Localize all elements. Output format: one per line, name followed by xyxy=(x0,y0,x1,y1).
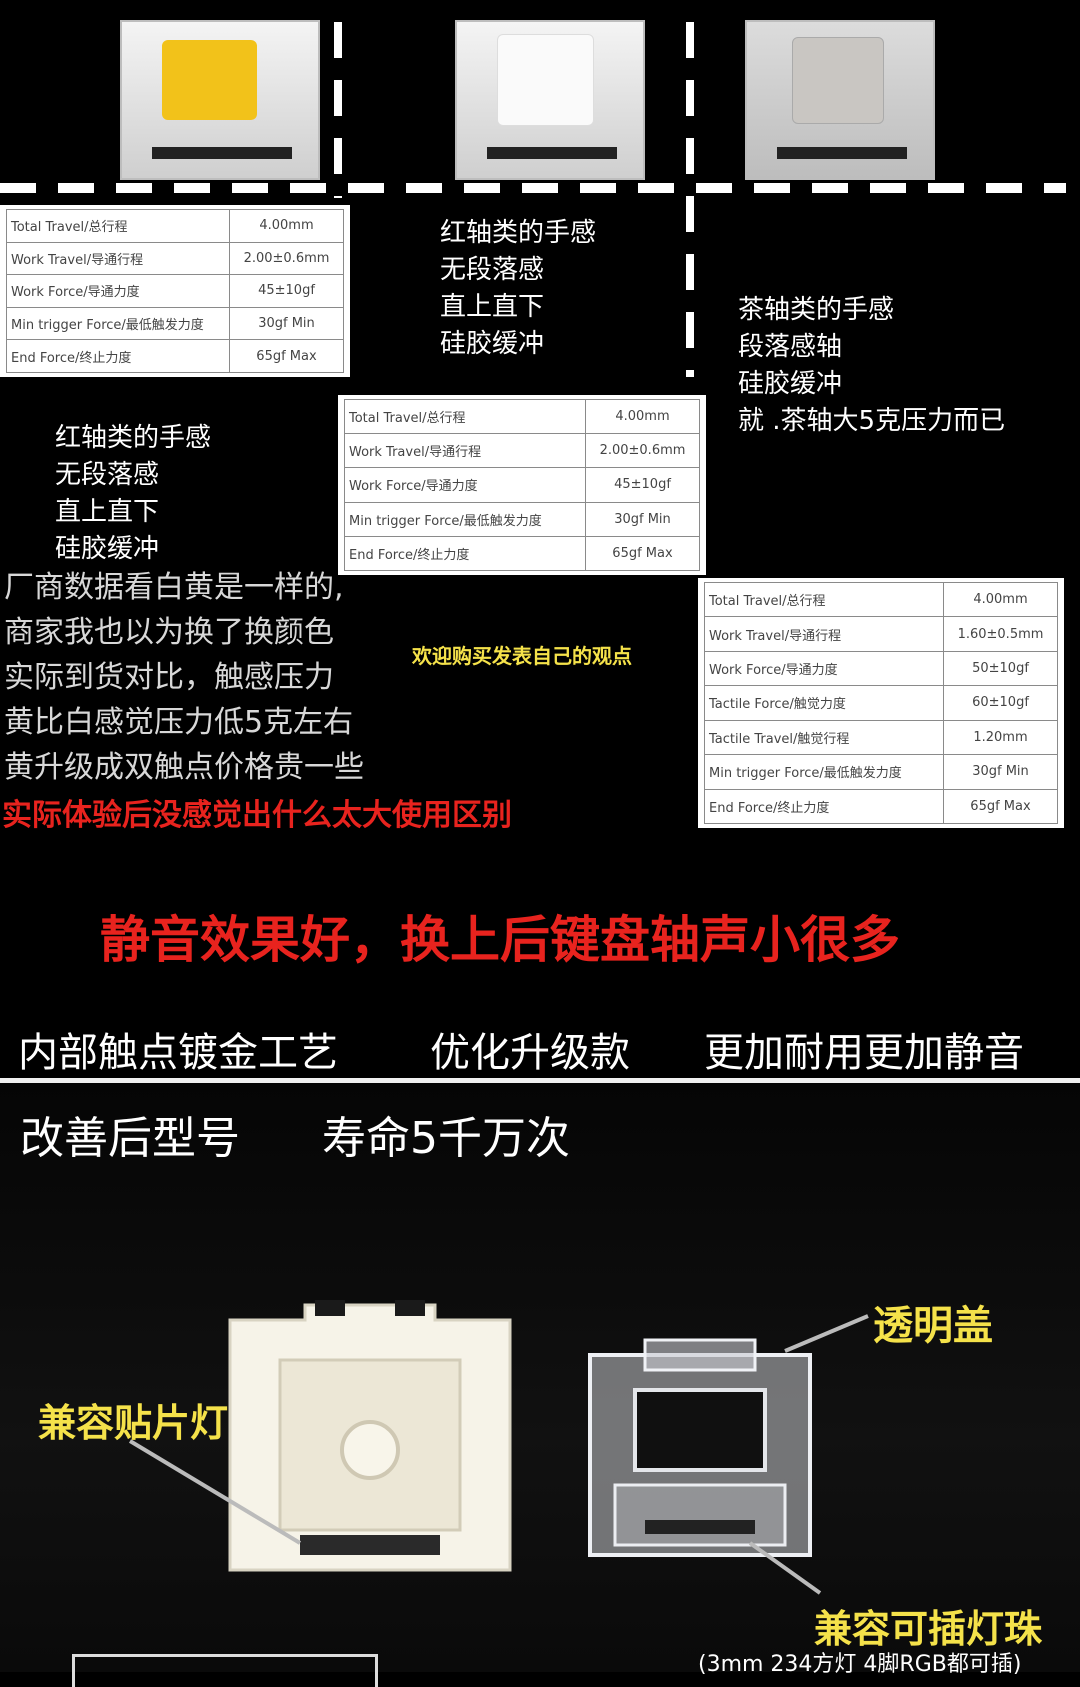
spec-label: Total Travel/总行程 xyxy=(344,398,586,435)
gray-switch-image xyxy=(745,20,935,180)
spec-label: Work Force/导通力度 xyxy=(704,650,944,687)
spec-value: 50±10gf xyxy=(943,650,1058,687)
spec-row: End Force/终止力度 65gf Max xyxy=(6,339,344,373)
spec-row: Work Force/导通力度 50±10gf xyxy=(704,650,1058,687)
spec-label: Work Force/导通力度 xyxy=(344,467,586,503)
spec-value: 1.60±0.5mm xyxy=(943,616,1058,652)
welcome-note: 欢迎购买发表自己的观点 xyxy=(412,644,632,668)
white-switch-image xyxy=(455,20,645,180)
spec-value: 65gf Max xyxy=(585,535,700,572)
clear-cover-callout: 透明盖 xyxy=(873,1303,993,1349)
spec-label: End Force/终止力度 xyxy=(704,788,944,825)
spec-row: Work Travel/导通行程 1.60±0.5mm xyxy=(704,616,1058,652)
spec-row: Min trigger Force/最低触发力度 30gf Min xyxy=(344,501,700,537)
spec-value: 4.00mm xyxy=(943,581,1058,618)
spec-value: 1.20mm xyxy=(943,719,1058,756)
spec-row: End Force/终止力度 65gf Max xyxy=(344,535,700,572)
spec-label: End Force/终止力度 xyxy=(6,339,230,373)
spec-value: 45±10gf xyxy=(229,274,344,308)
spec-label: Tactile Travel/触觉行程 xyxy=(704,719,944,756)
linear-feel-notes: 红轴类的手感 无段落感 直上直下 硅胶缓冲 xyxy=(440,218,597,359)
linear-feel-notes-left: 红轴类的手感 无段落感 直上直下 硅胶缓冲 xyxy=(55,423,212,564)
spec-row: Tactile Travel/触觉行程 1.20mm xyxy=(704,719,1058,756)
spec-row: Work Force/导通力度 45±10gf xyxy=(6,274,344,308)
led-compat-note: (3mm 234方灯 4脚RGB都可插) xyxy=(698,1652,1022,1677)
spec-label: Work Travel/导通行程 xyxy=(704,616,944,652)
silent-banner: 静音效果好，换上后键盘轴声小很多 xyxy=(100,911,900,969)
spec-row: Total Travel/总行程 4.00mm xyxy=(704,581,1058,618)
spec-label: Total Travel/总行程 xyxy=(704,581,944,618)
spec-row: End Force/终止力度 65gf Max xyxy=(704,788,1058,825)
spec-label: Min trigger Force/最低触发力度 xyxy=(344,501,586,537)
spec-value: 4.00mm xyxy=(585,398,700,435)
white-stem xyxy=(497,34,594,126)
smd-led-callout: 兼容贴片灯 xyxy=(38,1401,229,1445)
spec-label: Work Force/导通力度 xyxy=(6,274,230,308)
gray-stem xyxy=(792,37,884,124)
dashed-divider xyxy=(686,22,694,377)
spec-value: 30gf Min xyxy=(943,754,1058,790)
spec-label: Work Travel/导通行程 xyxy=(6,241,230,276)
dashed-divider xyxy=(334,22,342,198)
switch-photos-row xyxy=(0,0,1080,190)
spec-value: 2.00±0.6mm xyxy=(585,433,700,469)
spec-label: Total Travel/总行程 xyxy=(6,209,230,243)
spec-row: Total Travel/总行程 4.00mm xyxy=(344,398,700,435)
comparison-red-text: 实际体验后没感觉出什么太大使用区别 xyxy=(2,798,512,833)
dashed-divider xyxy=(0,183,1066,193)
spec-table-red: Total Travel/总行程 4.00mm Work Travel/导通行程 2.… xyxy=(0,205,350,377)
tactile-compare-note: 就 .茶轴大5克压力而已 xyxy=(738,406,1006,436)
callout-lines xyxy=(128,1314,869,1595)
spec-value: 4.00mm xyxy=(229,209,344,243)
spec-row: Min trigger Force/最低触发力度 30gf Min xyxy=(6,306,344,341)
spec-row: Tactile Force/触觉力度 60±10gf xyxy=(704,685,1058,721)
bottom-frame xyxy=(72,1654,378,1687)
tactile-feel-notes: 茶轴类的手感 段落感轴 硅胶缓冲 xyxy=(738,295,895,399)
spec-table-brown: Total Travel/总行程 4.00mm Work Travel/导通行程 1.… xyxy=(698,578,1064,828)
spec-row: Work Travel/导通行程 2.00±0.6mm xyxy=(344,433,700,469)
plugin-led-callout: 兼容可插灯珠 xyxy=(814,1607,1043,1651)
yellow-switch-image xyxy=(120,20,320,180)
spec-table-white: Total Travel/总行程 4.00mm Work Travel/导通行程 2.… xyxy=(338,395,706,575)
spec-label: End Force/终止力度 xyxy=(344,535,586,572)
spec-value: 60±10gf xyxy=(943,685,1058,721)
spec-row: Total Travel/总行程 4.00mm xyxy=(6,209,344,243)
spec-row: Work Force/导通力度 45±10gf xyxy=(344,467,700,503)
comparison-text: 厂商数据看白黄是一样的, 商家我也以为换了换颜色 实际到货对比，触感压力 黄比白… xyxy=(4,570,364,785)
spec-value: 2.00±0.6mm xyxy=(229,241,344,276)
spec-value: 30gf Min xyxy=(229,306,344,341)
spec-row: Work Travel/导通行程 2.00±0.6mm xyxy=(6,241,344,276)
spec-label: Work Travel/导通行程 xyxy=(344,433,586,469)
spec-row: Min trigger Force/最低触发力度 30gf Min xyxy=(704,754,1058,790)
spec-value: 65gf Max xyxy=(943,788,1058,825)
spec-value: 65gf Max xyxy=(229,339,344,373)
spec-value: 45±10gf xyxy=(585,467,700,503)
spec-label: Tactile Force/触觉力度 xyxy=(704,685,944,721)
spec-label: Min trigger Force/最低触发力度 xyxy=(6,306,230,341)
features-row: 内部触点镀金工艺 优化升级款 更加耐用更加静音 xyxy=(18,1030,1024,1076)
spec-label: Min trigger Force/最低触发力度 xyxy=(704,754,944,790)
spec-value: 30gf Min xyxy=(585,501,700,537)
yellow-stem xyxy=(162,40,257,120)
